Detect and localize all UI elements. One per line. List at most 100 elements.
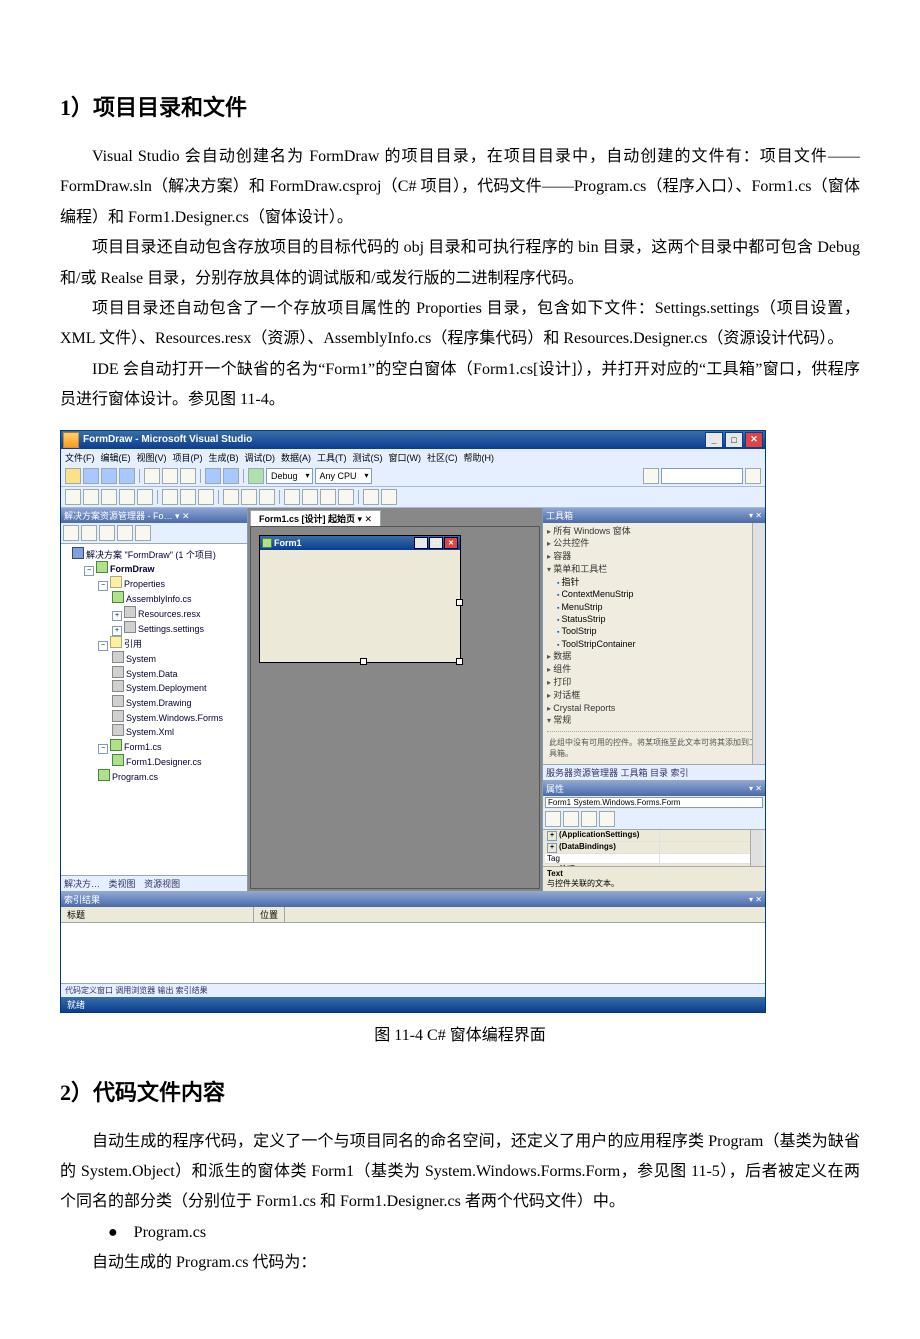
align-icon[interactable] xyxy=(198,489,214,505)
close-button[interactable]: ✕ xyxy=(745,432,763,448)
find-box[interactable] xyxy=(661,468,743,484)
toolbox-category[interactable]: 所有 Windows 窗体 xyxy=(547,525,761,538)
solution-toolbar[interactable] xyxy=(61,523,247,544)
align-icon[interactable] xyxy=(83,489,99,505)
ref-node[interactable]: System.Xml xyxy=(126,727,174,737)
index-results-header[interactable]: 标题 位置 xyxy=(61,907,765,923)
save-icon[interactable] xyxy=(101,468,117,484)
properties-object-combo[interactable]: Form1 System.Windows.Forms.Form xyxy=(545,797,763,808)
platform-combo[interactable]: Any CPU xyxy=(315,468,372,484)
file-node[interactable]: Form1.Designer.cs xyxy=(126,757,202,767)
paste-icon[interactable] xyxy=(180,468,196,484)
properties-folder[interactable]: Properties xyxy=(124,579,165,589)
refresh-icon[interactable] xyxy=(99,525,115,541)
open-icon[interactable] xyxy=(83,468,99,484)
document-tab[interactable]: Form1.cs [设计] 起始页 ▾ ✕ xyxy=(250,510,381,526)
menu-bar[interactable]: 文件(F) 编辑(E) 视图(V) 项目(P) 生成(B) 调试(D) 数据(A… xyxy=(61,449,765,466)
form-minimize-icon[interactable]: _ xyxy=(414,537,428,549)
menu-help[interactable]: 帮助(H) xyxy=(464,451,495,464)
project-node[interactable]: FormDraw xyxy=(110,564,155,574)
toolbox-category[interactable]: 数据 xyxy=(547,650,761,663)
tab-classview[interactable]: 类视图 xyxy=(109,879,136,889)
spacing-icon[interactable] xyxy=(284,489,300,505)
menu-build[interactable]: 生成(B) xyxy=(209,451,239,464)
scrollbar[interactable] xyxy=(750,830,763,866)
properties-icon[interactable] xyxy=(63,525,79,541)
align-icon[interactable] xyxy=(119,489,135,505)
toolbox-category[interactable]: 对话框 xyxy=(547,689,761,702)
copy-icon[interactable] xyxy=(162,468,178,484)
references-folder[interactable]: 引用 xyxy=(124,639,142,649)
tab-solution[interactable]: 解决方… xyxy=(64,879,100,889)
menu-data[interactable]: 数据(A) xyxy=(281,451,311,464)
properties-toolbar[interactable] xyxy=(543,809,765,830)
file-node[interactable]: Resources.resx xyxy=(138,609,201,619)
design-surface[interactable]: Form1 _ □ ✕ xyxy=(250,526,540,889)
toolbox-category[interactable]: 打印 xyxy=(547,676,761,689)
events-icon[interactable] xyxy=(599,811,615,827)
spacing-icon[interactable] xyxy=(320,489,336,505)
file-node[interactable]: Settings.settings xyxy=(138,624,204,634)
save-all-icon[interactable] xyxy=(119,468,135,484)
menu-window[interactable]: 窗口(W) xyxy=(389,451,422,464)
layout-toolbar[interactable] xyxy=(61,487,765,508)
undo-icon[interactable] xyxy=(205,468,221,484)
cut-icon[interactable] xyxy=(144,468,160,484)
ref-node[interactable]: System.Windows.Forms xyxy=(126,713,223,723)
ref-node[interactable]: System.Deployment xyxy=(126,683,207,693)
menu-debug[interactable]: 调试(D) xyxy=(245,451,276,464)
toolbox-category[interactable]: Crystal Reports xyxy=(547,702,761,715)
file-node[interactable]: AssemblyInfo.cs xyxy=(126,594,192,604)
file-node[interactable]: Program.cs xyxy=(112,772,158,782)
size-icon[interactable] xyxy=(259,489,275,505)
solution-explorer-title[interactable]: 解决方案资源管理器 - Fo… ▾ ✕ xyxy=(61,508,247,523)
toolbox-category[interactable]: 菜单和工具栏 xyxy=(547,563,761,576)
align-icon[interactable] xyxy=(101,489,117,505)
ref-node[interactable]: System.Data xyxy=(126,669,178,679)
menu-tools[interactable]: 工具(T) xyxy=(317,451,347,464)
resize-handle[interactable] xyxy=(456,658,463,665)
toolbar-overflow-icon[interactable] xyxy=(745,468,761,484)
order-icon[interactable] xyxy=(363,489,379,505)
toolbox-category[interactable]: 组件 xyxy=(547,663,761,676)
toolbox-category[interactable]: 公共控件 xyxy=(547,537,761,550)
menu-file[interactable]: 文件(F) xyxy=(65,451,95,464)
new-project-icon[interactable] xyxy=(65,468,81,484)
file-node[interactable]: Form1.cs xyxy=(124,742,162,752)
toolbox-category[interactable]: 容器 xyxy=(547,550,761,563)
order-icon[interactable] xyxy=(381,489,397,505)
align-icon[interactable] xyxy=(180,489,196,505)
props-icon[interactable] xyxy=(581,811,597,827)
toolbox-item[interactable]: MenuStrip xyxy=(547,601,761,613)
view-code-icon[interactable] xyxy=(117,525,133,541)
redo-icon[interactable] xyxy=(223,468,239,484)
toolbox-item[interactable]: StatusStrip xyxy=(547,613,761,625)
toolbox-tabs[interactable]: 服务器资源管理器 工具箱 目录 索引 xyxy=(543,764,765,780)
align-icon[interactable] xyxy=(137,489,153,505)
show-all-icon[interactable] xyxy=(81,525,97,541)
form-preview[interactable]: Form1 _ □ ✕ xyxy=(259,535,461,663)
align-icon[interactable] xyxy=(65,489,81,505)
toolbox-category[interactable]: 常规 xyxy=(547,714,761,727)
spacing-icon[interactable] xyxy=(302,489,318,505)
align-icon[interactable] xyxy=(162,489,178,505)
toolbox-item[interactable]: ToolStrip xyxy=(547,625,761,637)
alpha-icon[interactable] xyxy=(563,811,579,827)
start-debug-icon[interactable] xyxy=(248,468,264,484)
form-maximize-icon[interactable]: □ xyxy=(429,537,443,549)
solution-root[interactable]: 解决方案 "FormDraw" (1 个项目) xyxy=(86,550,216,560)
menu-test[interactable]: 测试(S) xyxy=(353,451,383,464)
property-grid[interactable]: +(ApplicationSettings) +(DataBindings) T… xyxy=(545,830,763,866)
size-icon[interactable] xyxy=(241,489,257,505)
col-location[interactable]: 位置 xyxy=(254,907,285,922)
size-icon[interactable] xyxy=(223,489,239,505)
resize-handle[interactable] xyxy=(456,599,463,606)
col-title[interactable]: 标题 xyxy=(61,907,254,922)
menu-view[interactable]: 视图(V) xyxy=(137,451,167,464)
menu-edit[interactable]: 编辑(E) xyxy=(101,451,131,464)
ref-node[interactable]: System xyxy=(126,654,156,664)
toolbox-body[interactable]: 所有 Windows 窗体 公共控件 容器 菜单和工具栏 指针 ContextM… xyxy=(543,523,765,764)
scrollbar[interactable] xyxy=(752,523,765,764)
resize-handle[interactable] xyxy=(360,658,367,665)
window-titlebar[interactable]: FormDraw - Microsoft Visual Studio _ □ ✕ xyxy=(61,431,765,449)
